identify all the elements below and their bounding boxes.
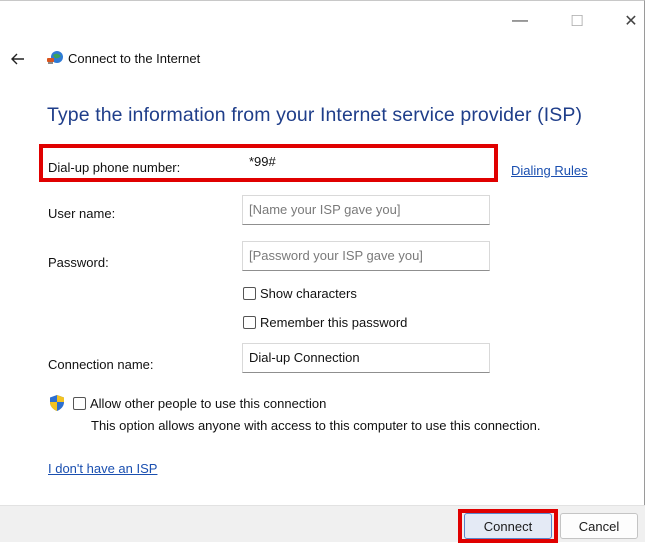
checkbox-box[interactable] bbox=[73, 397, 86, 410]
close-button[interactable]: ✕ bbox=[616, 7, 646, 35]
remember-password-checkbox[interactable]: Remember this password bbox=[243, 315, 407, 330]
back-arrow-icon[interactable] bbox=[8, 49, 28, 69]
cancel-button[interactable]: Cancel bbox=[560, 513, 638, 539]
close-icon: ✕ bbox=[624, 13, 638, 30]
username-label: User name: bbox=[48, 206, 116, 221]
show-characters-checkbox[interactable]: Show characters bbox=[243, 286, 357, 301]
uac-shield-icon bbox=[50, 395, 64, 411]
username-input[interactable]: [Name your ISP gave you] bbox=[242, 195, 490, 225]
no-isp-link[interactable]: I don't have an ISP bbox=[48, 461, 157, 476]
show-characters-label: Show characters bbox=[260, 286, 357, 301]
password-label: Password: bbox=[48, 255, 109, 270]
dialing-rules-link[interactable]: Dialing Rules bbox=[511, 163, 588, 178]
minimize-button[interactable]: — bbox=[505, 7, 535, 35]
dialog-window: — ☐ ✕ Connect to the Internet Type the i… bbox=[0, 0, 646, 543]
allow-others-description: This option allows anyone with access to… bbox=[91, 418, 541, 433]
checkbox-box[interactable] bbox=[243, 316, 256, 329]
minimize-icon: — bbox=[512, 12, 528, 29]
checkbox-box[interactable] bbox=[243, 287, 256, 300]
connection-name-input[interactable]: Dial-up Connection bbox=[242, 343, 490, 373]
phone-number-highlight bbox=[39, 144, 498, 182]
connect-button-highlight bbox=[458, 509, 558, 543]
allow-others-label: Allow other people to use this connectio… bbox=[90, 396, 327, 411]
connection-name-label: Connection name: bbox=[48, 357, 154, 372]
remember-password-label: Remember this password bbox=[260, 315, 408, 330]
maximize-icon: ☐ bbox=[570, 13, 584, 30]
page-heading: Type the information from your Internet … bbox=[47, 104, 583, 126]
password-input[interactable]: [Password your ISP gave you] bbox=[242, 241, 490, 271]
window-title: Connect to the Internet bbox=[68, 51, 201, 66]
allow-others-checkbox[interactable]: Allow other people to use this connectio… bbox=[73, 396, 326, 411]
network-globe-icon bbox=[47, 51, 63, 64]
maximize-button[interactable]: ☐ bbox=[562, 7, 592, 35]
